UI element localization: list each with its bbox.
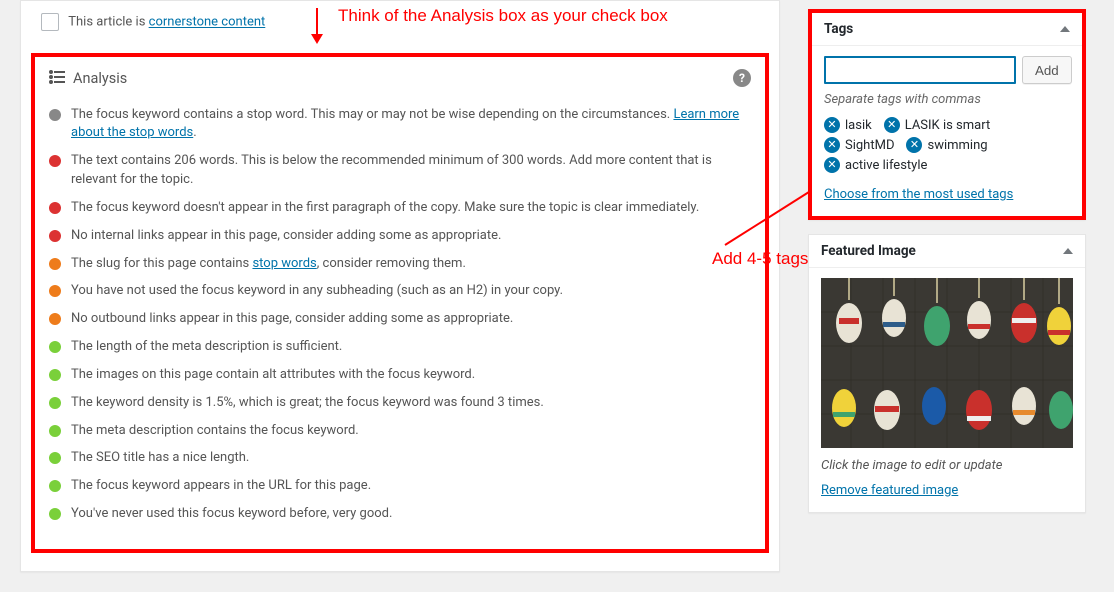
annotation-arrow-down (316, 8, 318, 42)
remove-featured-image-link[interactable]: Remove featured image (821, 483, 958, 498)
tag-chip: ✕ lasik (824, 117, 872, 133)
collapse-icon (1063, 248, 1073, 254)
featured-hint: Click the image to edit or update (821, 458, 1073, 473)
analysis-title: Analysis (73, 70, 127, 87)
analysis-item-link[interactable]: stop words (252, 256, 316, 271)
tag-chip: ✕ SightMD (824, 137, 894, 153)
analysis-item-text: The length of the meta description is su… (71, 338, 342, 357)
analysis-title-row: Analysis (49, 70, 127, 87)
status-bullet (49, 202, 61, 214)
analysis-item-text: You have not used the focus keyword in a… (71, 282, 563, 301)
cornerstone-row: This article is cornerstone content (21, 1, 779, 49)
tag-input[interactable] (824, 56, 1016, 84)
analysis-item-link[interactable]: Learn more about the stop words (71, 107, 739, 141)
analysis-item: No outbound links appear in this page, c… (49, 306, 751, 334)
status-bullet (49, 341, 61, 353)
analysis-list: The focus keyword contains a stop word. … (49, 101, 751, 529)
analysis-item-text: The focus keyword contains a stop word. … (71, 106, 751, 144)
tags-hint: Separate tags with commas (824, 92, 1070, 107)
status-bullet (49, 508, 61, 520)
analysis-item-text: The text contains 206 words. This is bel… (71, 152, 751, 190)
analysis-item-text: You've never used this focus keyword bef… (71, 505, 392, 524)
analysis-item-text: The meta description contains the focus … (71, 422, 359, 441)
featured-image-metabox: Featured Image (808, 234, 1086, 513)
tag-label: active lifestyle (845, 158, 927, 173)
tag-label: swimming (927, 138, 987, 153)
analysis-item-text: The focus keyword appears in the URL for… (71, 477, 371, 496)
tag-label: SightMD (845, 138, 894, 153)
status-bullet (49, 109, 61, 121)
cornerstone-checkbox[interactable] (41, 13, 59, 31)
analysis-item: The focus keyword appears in the URL for… (49, 473, 751, 501)
analysis-item: You have not used the focus keyword in a… (49, 278, 751, 306)
analysis-panel: Analysis ? The focus keyword contains a … (31, 53, 769, 553)
analysis-item: No internal links appear in this page, c… (49, 222, 751, 250)
status-bullet (49, 452, 61, 464)
analysis-item: The images on this page contain alt attr… (49, 361, 751, 389)
analysis-item: The focus keyword doesn't appear in the … (49, 194, 751, 222)
status-bullet (49, 258, 61, 270)
tags-list: ✕ lasik ✕ LASIK is smart ✕ SightMD ✕ swimming ✕ a… (824, 117, 1070, 173)
analysis-item: The text contains 206 words. This is bel… (49, 148, 751, 195)
tags-title: Tags (824, 21, 853, 37)
analysis-item: The meta description contains the focus … (49, 417, 751, 445)
status-bullet (49, 155, 61, 167)
list-icon (49, 71, 65, 85)
tag-chip: ✕ active lifestyle (824, 157, 927, 173)
tag-chip: ✕ swimming (906, 137, 987, 153)
status-bullet (49, 230, 61, 242)
remove-tag-icon[interactable]: ✕ (906, 137, 922, 153)
analysis-item-text: The focus keyword doesn't appear in the … (71, 199, 699, 218)
tag-chip: ✕ LASIK is smart (884, 117, 991, 133)
analysis-item: The focus keyword contains a stop word. … (49, 101, 751, 148)
analysis-item-text: The keyword density is 1.5%, which is gr… (71, 394, 544, 413)
featured-title: Featured Image (821, 243, 916, 259)
analysis-item-text: The images on this page contain alt attr… (71, 366, 475, 385)
featured-header[interactable]: Featured Image (809, 235, 1085, 268)
status-bullet (49, 480, 61, 492)
cornerstone-prefix: This article is (68, 15, 148, 30)
analysis-item-text: No internal links appear in this page, c… (71, 227, 501, 246)
analysis-item-text: No outbound links appear in this page, c… (71, 310, 513, 329)
cornerstone-label: This article is cornerstone content (68, 15, 265, 30)
tag-label: LASIK is smart (905, 118, 991, 133)
analysis-item-text: The SEO title has a nice length. (71, 449, 249, 468)
choose-tags-link[interactable]: Choose from the most used tags (824, 187, 1013, 202)
analysis-item: The keyword density is 1.5%, which is gr… (49, 389, 751, 417)
analysis-item-text: The slug for this page contains stop wor… (71, 255, 466, 274)
tags-metabox: Tags Add Separate tags with commas ✕ lasi… (808, 9, 1086, 220)
remove-tag-icon[interactable]: ✕ (824, 117, 840, 133)
status-bullet (49, 369, 61, 381)
analysis-item: The length of the meta description is su… (49, 334, 751, 362)
remove-tag-icon[interactable]: ✕ (824, 137, 840, 153)
tags-header[interactable]: Tags (812, 13, 1082, 46)
status-bullet (49, 313, 61, 325)
analysis-item: You've never used this focus keyword bef… (49, 501, 751, 529)
analysis-item: The slug for this page contains stop wor… (49, 250, 751, 278)
analysis-item: The SEO title has a nice length. (49, 445, 751, 473)
remove-tag-icon[interactable]: ✕ (884, 117, 900, 133)
tag-label: lasik (845, 118, 872, 133)
cornerstone-link[interactable]: cornerstone content (149, 15, 266, 30)
status-bullet (49, 425, 61, 437)
status-bullet (49, 285, 61, 297)
help-icon[interactable]: ? (733, 69, 751, 87)
collapse-icon (1060, 26, 1070, 32)
add-tag-button[interactable]: Add (1022, 56, 1072, 84)
remove-tag-icon[interactable]: ✕ (824, 157, 840, 173)
featured-image-thumbnail[interactable] (821, 278, 1073, 448)
status-bullet (49, 397, 61, 409)
